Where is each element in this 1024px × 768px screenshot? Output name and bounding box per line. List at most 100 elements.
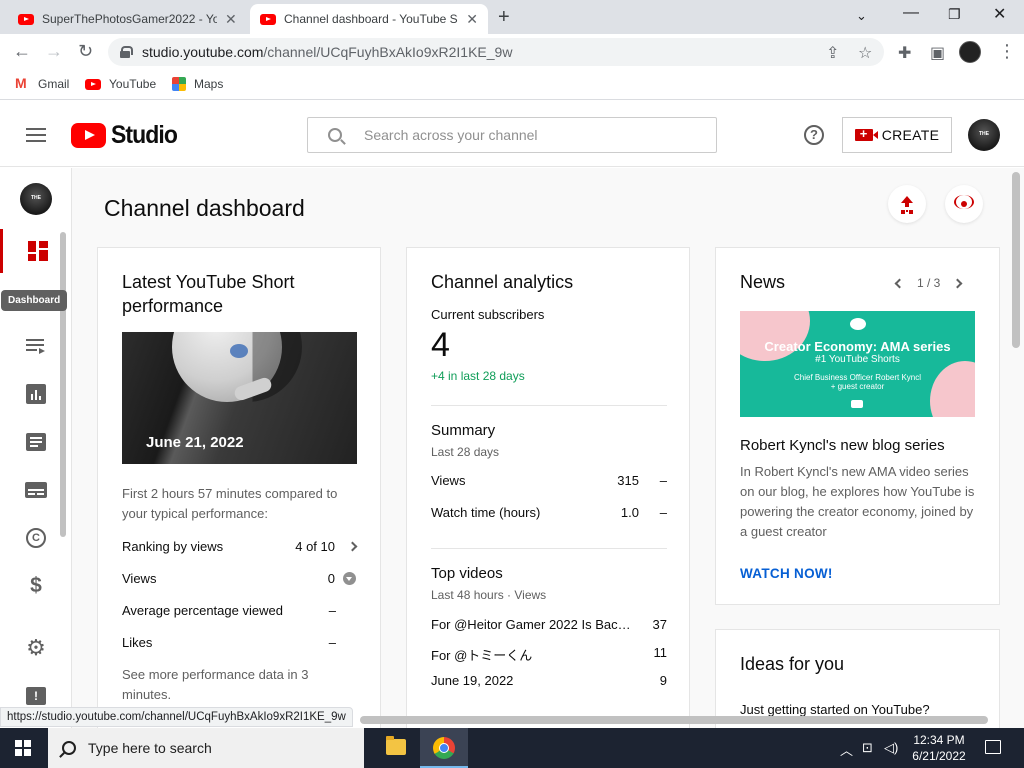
back-icon[interactable]: ←: [13, 41, 31, 62]
tab-title: Channel dashboard - YouTube Studio: [284, 12, 458, 26]
comments-icon: [26, 433, 46, 451]
pager-text: 1 / 3: [917, 276, 941, 290]
bookmark-gmail[interactable]: Gmail: [14, 75, 69, 91]
main-scrollbar[interactable]: [1012, 172, 1020, 348]
horizontal-scrollbar[interactable]: [360, 716, 988, 724]
top-video-row[interactable]: For @Heitor Gamer 2022 Is Back A... 37: [431, 617, 667, 632]
url-host: studio.youtube.com: [142, 44, 264, 60]
network-icon[interactable]: ⊡: [862, 740, 873, 756]
address-bar[interactable]: studio.youtube.com/channel/UCqFuyhBxAkIo…: [108, 38, 884, 66]
file-explorer-app[interactable]: [372, 728, 420, 768]
news-body: In Robert Kyncl's new AMA video series o…: [740, 464, 975, 539]
logo-text: Studio: [111, 121, 178, 149]
ranking-row[interactable]: Ranking by views 4 of 10: [122, 539, 358, 554]
windows-start-icon[interactable]: [15, 740, 31, 756]
share-icon[interactable]: ⇪: [826, 43, 839, 63]
video-title: June 19, 2022: [431, 673, 514, 688]
analytics-icon: [26, 384, 46, 404]
youtube-studio-logo[interactable]: Studio: [71, 121, 183, 150]
new-tab-icon[interactable]: +: [498, 6, 510, 29]
nav-earn[interactable]: $: [0, 564, 72, 608]
clock-date: 6/21/2022: [912, 749, 966, 763]
restore-icon[interactable]: ❐: [948, 6, 961, 23]
short-thumbnail[interactable]: June 21, 2022: [122, 332, 357, 464]
subscribers-count: 4: [431, 326, 450, 364]
bookmark-youtube[interactable]: YouTube: [85, 77, 156, 91]
chat-bubble-icon: [850, 318, 866, 330]
video-views: 9: [659, 673, 667, 688]
row-value: 1.0: [620, 505, 639, 520]
close-tab-icon[interactable]: ✕: [225, 11, 237, 28]
content-list-icon: [26, 339, 46, 354]
bookmark-maps[interactable]: Maps: [172, 77, 223, 91]
browser-profile-avatar[interactable]: [959, 41, 981, 63]
chevron-right-icon[interactable]: [952, 278, 963, 288]
nav-settings[interactable]: ⚙: [0, 626, 72, 670]
create-button[interactable]: CREATE: [842, 117, 952, 153]
card-title: Channel analytics: [431, 272, 574, 292]
bookmarks-bar: Gmail YouTube Maps: [0, 70, 1024, 100]
row-label: Watch time (hours): [431, 505, 541, 520]
news-image-title: Creator Economy: AMA series: [764, 339, 951, 354]
extensions-icon[interactable]: ✚: [898, 43, 911, 63]
volume-icon[interactable]: ◁): [884, 740, 898, 756]
help-icon[interactable]: ?: [804, 125, 824, 145]
chrome-app[interactable]: [420, 728, 468, 768]
side-panel-icon[interactable]: ▣: [930, 43, 945, 63]
summary-row: Views 315 –: [431, 473, 667, 488]
search-input[interactable]: [364, 127, 694, 143]
account-avatar[interactable]: THE PHOTOS: [968, 119, 1000, 167]
feedback-icon: !: [26, 687, 46, 705]
folder-icon: [386, 736, 406, 755]
tab-search-icon[interactable]: ⌄: [856, 8, 867, 24]
create-label: CREATE: [881, 127, 940, 143]
ideas-subtitle: Just getting started on YouTube?: [740, 702, 930, 717]
chevron-left-icon[interactable]: [894, 278, 905, 288]
minimize-icon[interactable]: —: [903, 4, 919, 22]
gmail-icon: [14, 75, 30, 91]
main-content: Channel dashboard Latest YouTube Short p…: [72, 168, 1024, 728]
thumbnail-date: June 21, 2022: [146, 434, 244, 451]
tab-youtube-channel[interactable]: SuperThePhotosGamer2022 - YouTube ✕: [8, 4, 248, 34]
row-trend: –: [659, 505, 667, 520]
news-image-subtitle: #1 YouTube Shorts: [815, 354, 900, 365]
taskbar-search-placeholder: Type here to search: [88, 740, 212, 756]
close-window-icon[interactable]: ✕: [993, 4, 1006, 24]
bookmark-label: YouTube: [109, 77, 157, 91]
taskbar-search[interactable]: Type here to search: [48, 728, 364, 768]
menu-icon[interactable]: [26, 128, 46, 142]
ideas-card: Ideas for you Just getting started on Yo…: [715, 629, 1000, 728]
channel-analytics-card: Channel analytics Current subscribers 4 …: [406, 247, 690, 728]
bookmark-star-icon[interactable]: ☆: [858, 43, 872, 63]
notifications-icon[interactable]: [985, 740, 1001, 754]
browser-menu-icon[interactable]: ⋮: [998, 41, 1016, 62]
row-label: Likes: [122, 635, 153, 650]
news-image-line: Chief Business Officer Robert Kyncl: [793, 373, 921, 382]
rail-scrollbar[interactable]: [60, 232, 66, 537]
forward-icon[interactable]: →: [45, 41, 63, 62]
channel-avatar[interactable]: THE PHOTOS: [20, 183, 52, 231]
gear-icon: ⚙: [26, 635, 46, 660]
search-icon[interactable]: [328, 128, 342, 142]
top-video-row[interactable]: For @トミーくん 11: [431, 645, 667, 664]
news-image[interactable]: Creator Economy: AMA series #1 YouTube S…: [740, 311, 975, 417]
show-hidden-icons-icon[interactable]: ︿: [840, 740, 853, 759]
tab-channel-dashboard[interactable]: Channel dashboard - YouTube Studio ✕: [250, 4, 488, 34]
close-tab-icon[interactable]: ✕: [466, 11, 478, 28]
card-title: Ideas for you: [740, 654, 845, 674]
performance-description: First 2 hours 57 minutes compared to you…: [122, 486, 338, 521]
upload-icon[interactable]: [888, 185, 926, 223]
browser-tab-strip: SuperThePhotosGamer2022 - YouTube ✕ Chan…: [0, 0, 1024, 34]
reload-icon[interactable]: ↻: [78, 41, 93, 62]
top-video-row[interactable]: June 19, 2022 9: [431, 673, 667, 688]
watch-now-link[interactable]: WATCH NOW!: [740, 566, 833, 581]
latest-short-card: Latest YouTube Short performance June 21…: [97, 247, 381, 728]
arrow-down-icon: [343, 572, 356, 585]
copyright-icon: C: [26, 528, 46, 548]
windows-taskbar: Type here to search ︿ ⊡ ◁) 12:34 PM 6/21…: [0, 728, 1024, 768]
go-live-icon[interactable]: [945, 185, 983, 223]
youtube-favicon-icon: [18, 13, 34, 25]
subscribers-change: +4 in last 28 days: [431, 369, 525, 383]
taskbar-clock[interactable]: 12:34 PM 6/21/2022: [905, 732, 973, 764]
row-label: Ranking by views: [122, 539, 224, 554]
